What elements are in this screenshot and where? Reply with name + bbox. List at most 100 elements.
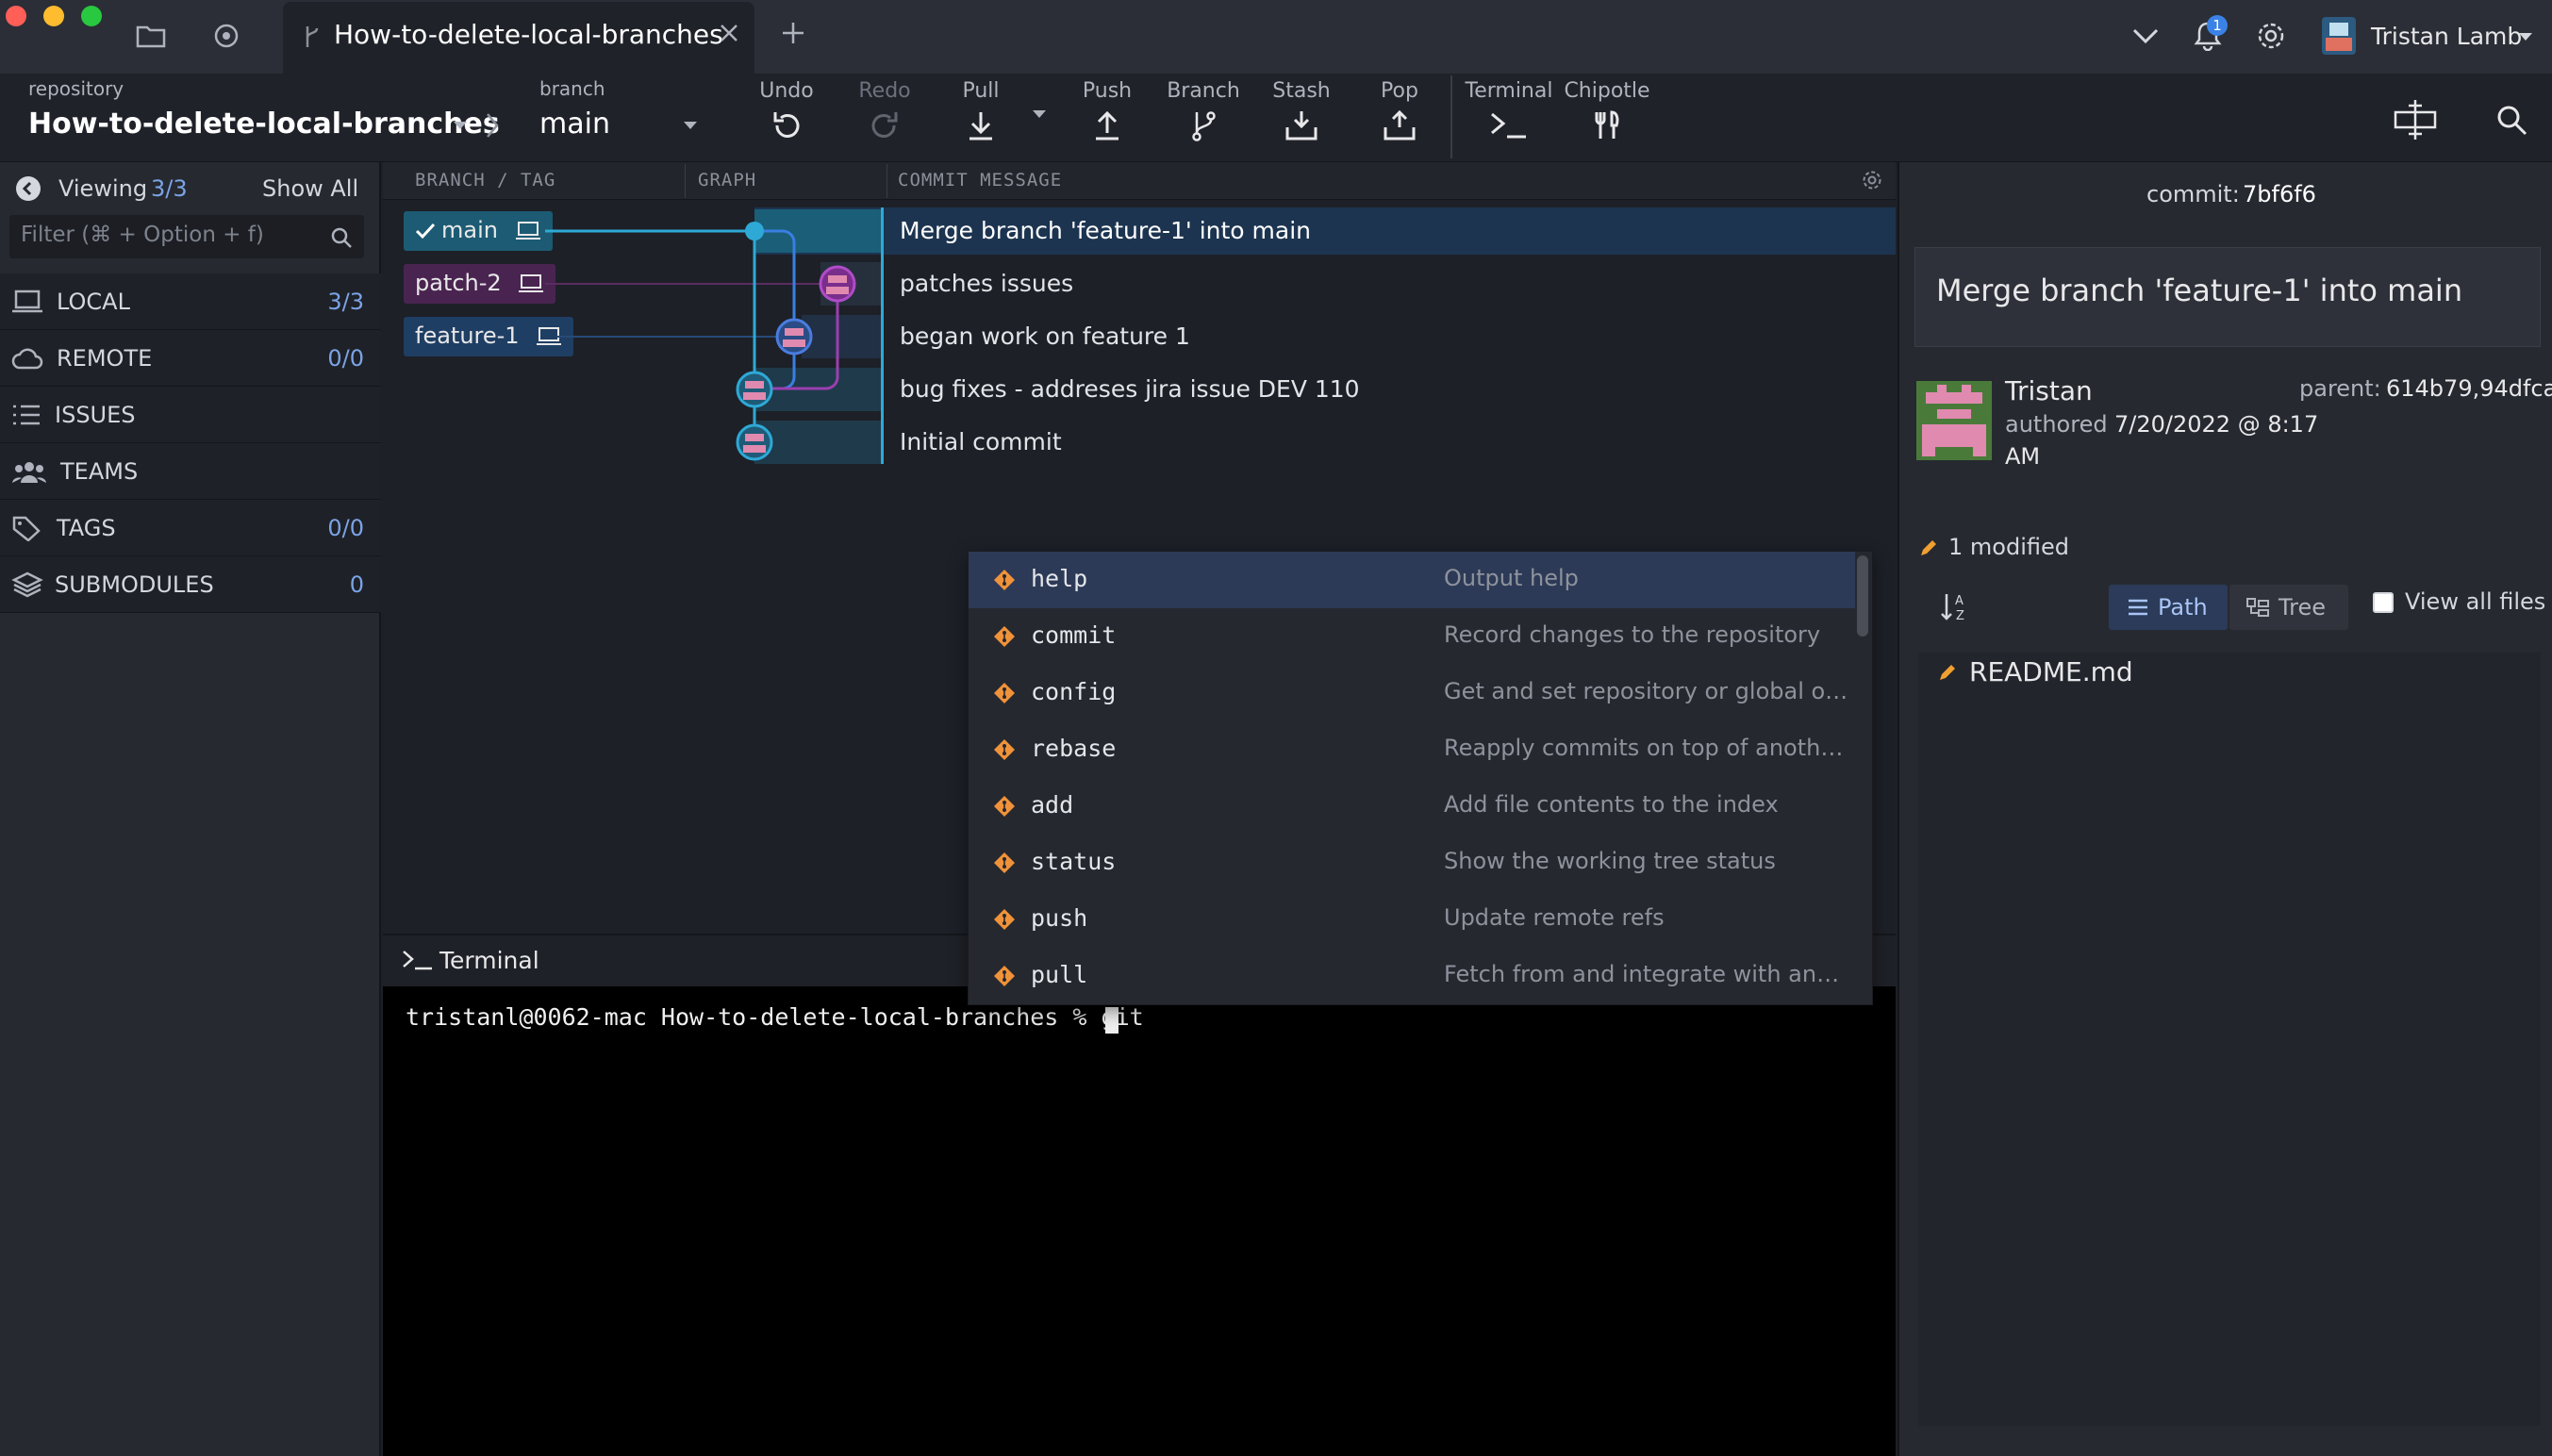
undo-button[interactable]: Undo (739, 75, 834, 160)
column-header-graph[interactable]: GRAPH (698, 170, 756, 190)
column-divider[interactable] (685, 164, 686, 198)
sidebar-item-label: TAGS (57, 515, 116, 541)
user-avatar[interactable] (2322, 17, 2356, 55)
parent-shas[interactable]: 614b79,94dfca (2386, 375, 2552, 402)
folder-icon[interactable] (136, 23, 166, 49)
autocomplete-item[interactable]: help Output help (969, 552, 1855, 608)
branch-selector[interactable]: main (539, 108, 610, 141)
gear-icon[interactable] (2256, 21, 2286, 51)
filter-input[interactable]: Filter (⌘ + Option + f) (9, 215, 364, 258)
author-name: Tristan (2005, 375, 2093, 406)
commit-sha[interactable]: 7bf6f6 (2243, 181, 2316, 207)
terminal-button[interactable]: Terminal (1462, 75, 1556, 160)
svg-text:A: A (1955, 594, 1964, 608)
commit-avatar-node (736, 371, 773, 408)
autocomplete-item[interactable]: status Show the working tree status (969, 835, 1855, 891)
authored-time-suffix: AM (2005, 443, 2041, 470)
pop-button[interactable]: Pop (1352, 75, 1447, 160)
autocomplete-item[interactable]: commit Record changes to the repository (969, 608, 1855, 665)
sidebar-item-label: TEAMS (60, 458, 139, 485)
autocomplete-scrollbar[interactable] (1857, 555, 1868, 637)
stash-button[interactable]: Stash (1254, 75, 1349, 160)
branch-pill-label: patch-2 (415, 270, 502, 296)
commit-message[interactable]: Merge branch 'feature-1' into main (900, 217, 1311, 244)
commit-graph (545, 222, 856, 461)
branch-pill-label: feature-1 (415, 323, 520, 349)
tree-icon (2246, 598, 2269, 617)
sidebar-item-teams[interactable]: TEAMS (0, 443, 381, 500)
autocomplete-command: commit (1031, 621, 1117, 649)
view-all-files-checkbox[interactable] (2373, 592, 2394, 613)
sidebar-item-submodules[interactable]: SUBMODULES 0 (0, 556, 381, 613)
terminal-output[interactable] (383, 986, 1896, 1456)
search-icon[interactable] (2495, 104, 2527, 136)
checkmark-icon (415, 222, 436, 240)
branch-icon (302, 25, 321, 49)
authored-date: 7/20/2022 @ 8:17 (2114, 411, 2319, 438)
collapse-sidebar-icon[interactable] (15, 175, 41, 202)
autocomplete-command: help (1031, 565, 1088, 592)
sidebar-item-count: 0/0 (327, 515, 364, 541)
repository-selector[interactable]: How-to-delete-local-branches (28, 108, 500, 141)
autocomplete-description: Reapply commits on top of anothe... (1444, 735, 1849, 761)
minimize-window-button[interactable] (43, 6, 64, 26)
autocomplete-command: pull (1031, 961, 1088, 988)
push-button[interactable]: Push (1060, 75, 1154, 160)
user-name[interactable]: Tristan Lamb (2371, 23, 2522, 50)
filter-placeholder: Filter (⌘ + Option + f) (21, 223, 264, 247)
sidebar-item-local[interactable]: LOCAL 3/3 (0, 273, 381, 330)
sidebar-item-label: REMOTE (57, 345, 153, 372)
commit-label: commit: (2146, 181, 2240, 207)
sidebar-item-remote[interactable]: REMOTE 0/0 (0, 330, 381, 387)
terminal-cursor (1105, 1007, 1119, 1034)
path-view-tab[interactable]: Path (2109, 585, 2228, 630)
branch-button[interactable]: Branch (1156, 75, 1251, 160)
repository-caret-icon[interactable] (453, 121, 468, 130)
pull-button[interactable]: Pull (934, 75, 1028, 160)
sidebar-item-tags[interactable]: TAGS 0/0 (0, 500, 381, 556)
sidebar-item-count: 3/3 (327, 289, 364, 315)
close-tab-icon[interactable] (719, 23, 739, 43)
commit-message[interactable]: bug fixes - addreses jira issue DEV 110 (900, 375, 1360, 403)
list-icon (2129, 599, 2147, 616)
tree-view-tab[interactable]: Tree (2229, 585, 2348, 630)
redo-button[interactable]: Redo (837, 75, 932, 160)
close-window-button[interactable] (6, 6, 26, 26)
sidebar-item-issues[interactable]: ISSUES (0, 387, 381, 443)
new-tab-icon[interactable] (781, 21, 805, 45)
show-all-button[interactable]: Show All (262, 175, 358, 202)
chipotle-button[interactable]: Chipotle (1560, 75, 1654, 160)
terminal-prompt-icon (402, 949, 434, 971)
radar-icon[interactable] (213, 23, 240, 49)
terminal-label: Terminal (1465, 79, 1553, 103)
branch-label: Branch (1167, 79, 1240, 103)
sort-az-icon[interactable]: AZ (1939, 590, 1971, 622)
commit-message[interactable]: Initial commit (900, 428, 1062, 455)
column-settings-gear-icon[interactable] (1862, 170, 1882, 190)
user-menu-caret-icon[interactable] (2518, 32, 2533, 41)
file-item[interactable]: README.md (1969, 656, 2133, 687)
autocomplete-item[interactable]: add Add file contents to the index (969, 778, 1855, 835)
autocomplete-item[interactable]: config Get and set repository or global … (969, 665, 1855, 721)
branch-caret-icon[interactable] (683, 121, 698, 130)
git-icon (994, 626, 1015, 647)
undo-icon (773, 112, 800, 138)
viewing-label: Viewing (58, 175, 148, 202)
branch-caption: branch (539, 77, 605, 100)
column-header-message[interactable]: COMMIT MESSAGE (898, 170, 1062, 190)
commit-message[interactable]: began work on feature 1 (900, 323, 1190, 350)
autocomplete-item[interactable]: push Update remote refs (969, 891, 1855, 948)
layout-toggle-icon[interactable] (2392, 98, 2439, 141)
autocomplete-item[interactable]: rebase Reapply commits on top of anothe.… (969, 721, 1855, 778)
column-header-branch[interactable]: BRANCH / TAG (415, 170, 555, 190)
autocomplete-item[interactable]: pull Fetch from and integrate with anot.… (969, 948, 1855, 1004)
commit-message-box[interactable]: Merge branch 'feature-1' into main (1914, 247, 2541, 347)
maximize-window-button[interactable] (81, 6, 102, 26)
chevron-down-icon[interactable] (2131, 26, 2160, 45)
pencil-icon (1918, 538, 1939, 558)
breadcrumb-chevron-icon (485, 111, 500, 140)
autocomplete-description: Output help (1444, 565, 1579, 591)
commit-message[interactable]: patches issues (900, 270, 1073, 297)
autocomplete-description: Update remote refs (1444, 904, 1665, 931)
pull-options-caret-icon[interactable] (1032, 109, 1047, 119)
